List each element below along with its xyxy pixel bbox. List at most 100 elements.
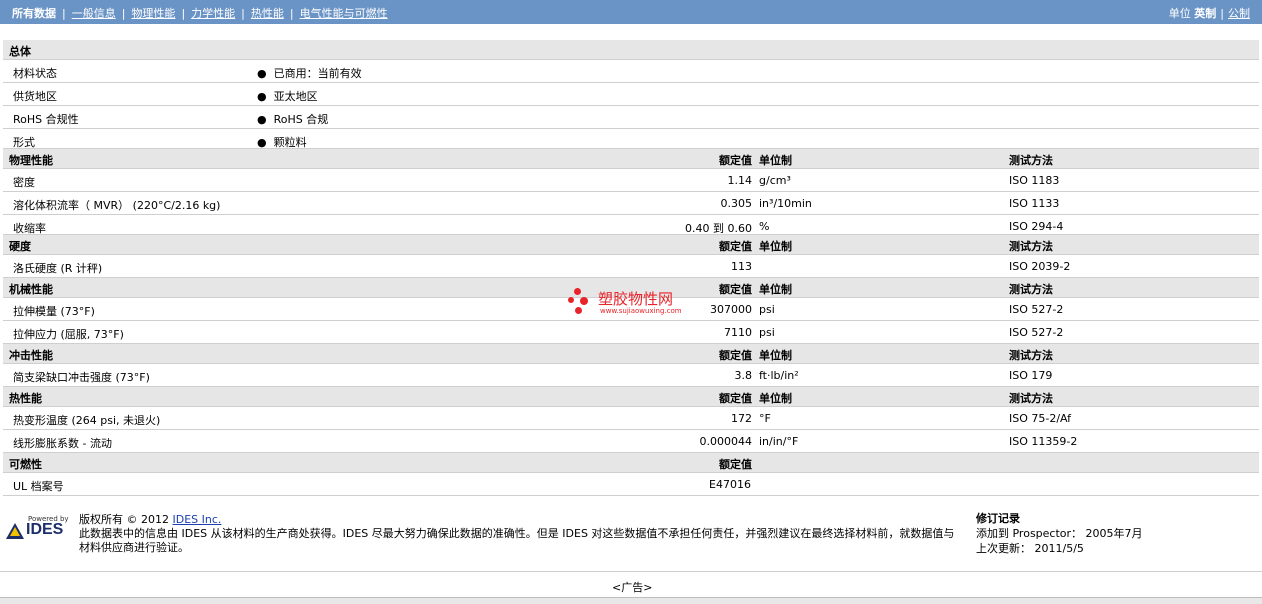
property-name: 拉伸模量 (73°F) bbox=[13, 305, 95, 318]
table-row: 供货地区 ● 亚太地区 bbox=[3, 83, 1259, 106]
property-name: 密度 bbox=[13, 176, 35, 189]
test-method: ISO 179 bbox=[1009, 369, 1053, 382]
test-method: ISO 1183 bbox=[1009, 174, 1060, 187]
column-header-test: 测试方法 bbox=[1009, 392, 1053, 405]
ad-label: <广告> bbox=[612, 581, 653, 594]
nav-all-data[interactable]: 所有数据 bbox=[12, 7, 56, 20]
nav-separator: | bbox=[62, 7, 66, 20]
column-header-unit: 单位制 bbox=[759, 392, 792, 405]
column-header-value: 额定值 bbox=[719, 392, 752, 405]
revision-added: 添加到 Prospector： 2005年7月 bbox=[976, 527, 1143, 540]
property-value: E47016 bbox=[709, 478, 751, 491]
test-method: ISO 11359-2 bbox=[1009, 435, 1078, 448]
property-unit: in³/10min bbox=[759, 197, 812, 210]
property-value: 3.8 bbox=[734, 369, 753, 382]
property-value: 113 bbox=[731, 260, 752, 273]
property-value: 7110 bbox=[724, 326, 752, 339]
divider bbox=[0, 571, 1262, 572]
property-table: 总体 材料状态 ● 已商用：当前有效 供货地区 ● 亚太地区 RoHS 合规性 … bbox=[3, 40, 1259, 496]
test-method: ISO 75-2/Af bbox=[1009, 412, 1072, 425]
property-name: 热变形温度 (264 psi, 未退火) bbox=[13, 414, 161, 427]
column-header-test: 测试方法 bbox=[1009, 154, 1053, 167]
nav-mechanical[interactable]: 力学性能 bbox=[191, 7, 235, 20]
section-title: 硬度 bbox=[9, 240, 31, 253]
category-nav: 所有数据 | 一般信息 | 物理性能 | 力学性能 | 热性能 | 电气性能与可燃性 bbox=[12, 5, 388, 21]
watermark-dot bbox=[575, 307, 582, 314]
copyright-prefix: 版权所有 © 2012 bbox=[79, 513, 173, 526]
disclaimer-text: 此数据表中的信息由 IDES 从该材料的生产商处获得。IDES 尽最大努力确保此… bbox=[79, 527, 955, 554]
test-method: ISO 1133 bbox=[1009, 197, 1060, 210]
table-row: 简支梁缺口冲击强度 (73°F) 3.8 ft·lb/in² ISO 179 bbox=[3, 364, 1259, 387]
column-header-unit: 单位制 bbox=[759, 349, 792, 362]
nav-physical[interactable]: 物理性能 bbox=[131, 7, 175, 20]
column-header-value: 额定值 bbox=[719, 349, 752, 362]
property-name: 形式 bbox=[13, 136, 35, 149]
property-name: UL 档案号 bbox=[13, 480, 64, 493]
section-header-flammability: 可燃性 额定值 bbox=[3, 453, 1259, 473]
column-header-value: 额定值 bbox=[719, 458, 752, 471]
table-row: UL 档案号 E47016 bbox=[3, 473, 1259, 496]
table-row: 形式 ● 颗粒料 bbox=[3, 129, 1259, 149]
ides-logo-text: IDES bbox=[26, 521, 64, 538]
nav-separator: | bbox=[289, 7, 294, 20]
table-row: 拉伸应力 (屈服, 73°F) 7110 psi ISO 527-2 bbox=[3, 321, 1259, 344]
property-value: 0.000044 bbox=[699, 435, 753, 448]
nav-electrical[interactable]: 电气性能与可燃性 bbox=[300, 7, 388, 20]
ides-logo-mark-inner bbox=[10, 527, 20, 536]
watermark-dot bbox=[574, 288, 581, 295]
units-english[interactable]: 英制 bbox=[1194, 7, 1216, 20]
column-header-unit: 单位制 bbox=[759, 154, 792, 167]
section-title: 可燃性 bbox=[9, 458, 42, 471]
column-header-value: 额定值 bbox=[719, 283, 752, 296]
property-value-text: RoHS 合规 bbox=[273, 113, 329, 126]
column-header-value: 额定值 bbox=[719, 240, 752, 253]
section-title: 热性能 bbox=[9, 392, 42, 405]
footer: Powered by IDES 版权所有 © 2012 IDES Inc. 此数… bbox=[0, 505, 1262, 570]
nav-thermal[interactable]: 热性能 bbox=[251, 7, 284, 20]
table-row: 线形膨胀系数 - 流动 0.000044 in/in/°F ISO 11359-… bbox=[3, 430, 1259, 453]
property-unit: ft·lb/in² bbox=[759, 369, 799, 382]
property-value: 307000 bbox=[710, 303, 752, 316]
property-name: RoHS 合规性 bbox=[13, 113, 79, 126]
property-value: ● 已商用：当前有效 bbox=[257, 67, 362, 80]
table-row: 溶化体积流率（ MVR） (220°C/2.16 kg) 0.305 in³/1… bbox=[3, 192, 1259, 215]
nav-separator: | bbox=[241, 7, 245, 20]
property-value-text: 颗粒料 bbox=[273, 136, 307, 149]
units-separator: | bbox=[1220, 7, 1224, 20]
watermark-dot bbox=[568, 297, 574, 303]
property-value: 0.40 到 0.60 bbox=[685, 222, 752, 235]
property-name: 溶化体积流率（ MVR） (220°C/2.16 kg) bbox=[13, 199, 221, 212]
property-unit: in/in/°F bbox=[759, 435, 799, 448]
watermark-url: www.sujiaowuxing.com bbox=[600, 307, 682, 315]
property-value: ● RoHS 合规 bbox=[257, 113, 329, 126]
section-title: 物理性能 bbox=[9, 154, 53, 167]
property-name: 材料状态 bbox=[13, 67, 57, 80]
revision-title: 修订记录 bbox=[976, 512, 1020, 525]
table-row: 密度 1.14 g/cm³ ISO 1183 bbox=[3, 169, 1259, 192]
property-name: 拉伸应力 (屈服, 73°F) bbox=[13, 328, 124, 341]
top-nav-bar: 所有数据 | 一般信息 | 物理性能 | 力学性能 | 热性能 | 电气性能与可燃性 单位 英制 | 公… bbox=[0, 0, 1262, 24]
section-title: 机械性能 bbox=[9, 283, 53, 296]
property-name: 收缩率 bbox=[13, 222, 46, 235]
property-unit: psi bbox=[759, 326, 775, 339]
section-header-thermal: 热性能 额定值 单位制 测试方法 bbox=[3, 387, 1259, 407]
test-method: ISO 527-2 bbox=[1009, 326, 1064, 339]
ides-company-link[interactable]: IDES Inc. bbox=[172, 513, 221, 526]
test-method: ISO 527-2 bbox=[1009, 303, 1064, 316]
watermark: 塑胶物性网 www.sujiaowuxing.com bbox=[566, 286, 706, 320]
property-name: 供货地区 bbox=[13, 90, 57, 103]
section-header-general: 总体 bbox=[3, 40, 1259, 60]
table-row: 收缩率 0.40 到 0.60 % ISO 294-4 bbox=[3, 215, 1259, 235]
table-row: 材料状态 ● 已商用：当前有效 bbox=[3, 60, 1259, 83]
watermark-text: 塑胶物性网 bbox=[598, 290, 674, 308]
nav-general-info[interactable]: 一般信息 bbox=[72, 7, 116, 20]
column-header-value: 额定值 bbox=[719, 154, 752, 167]
section-header-physical: 物理性能 额定值 单位制 测试方法 bbox=[3, 149, 1259, 169]
units-metric[interactable]: 公制 bbox=[1228, 7, 1250, 20]
unit-switcher: 单位 英制 | 公制 bbox=[1169, 5, 1250, 21]
units-label: 单位 bbox=[1168, 7, 1191, 20]
section-title: 冲击性能 bbox=[9, 349, 53, 362]
property-value: ● 颗粒料 bbox=[257, 136, 307, 149]
property-unit: % bbox=[759, 220, 770, 233]
property-value: 172 bbox=[731, 412, 752, 425]
